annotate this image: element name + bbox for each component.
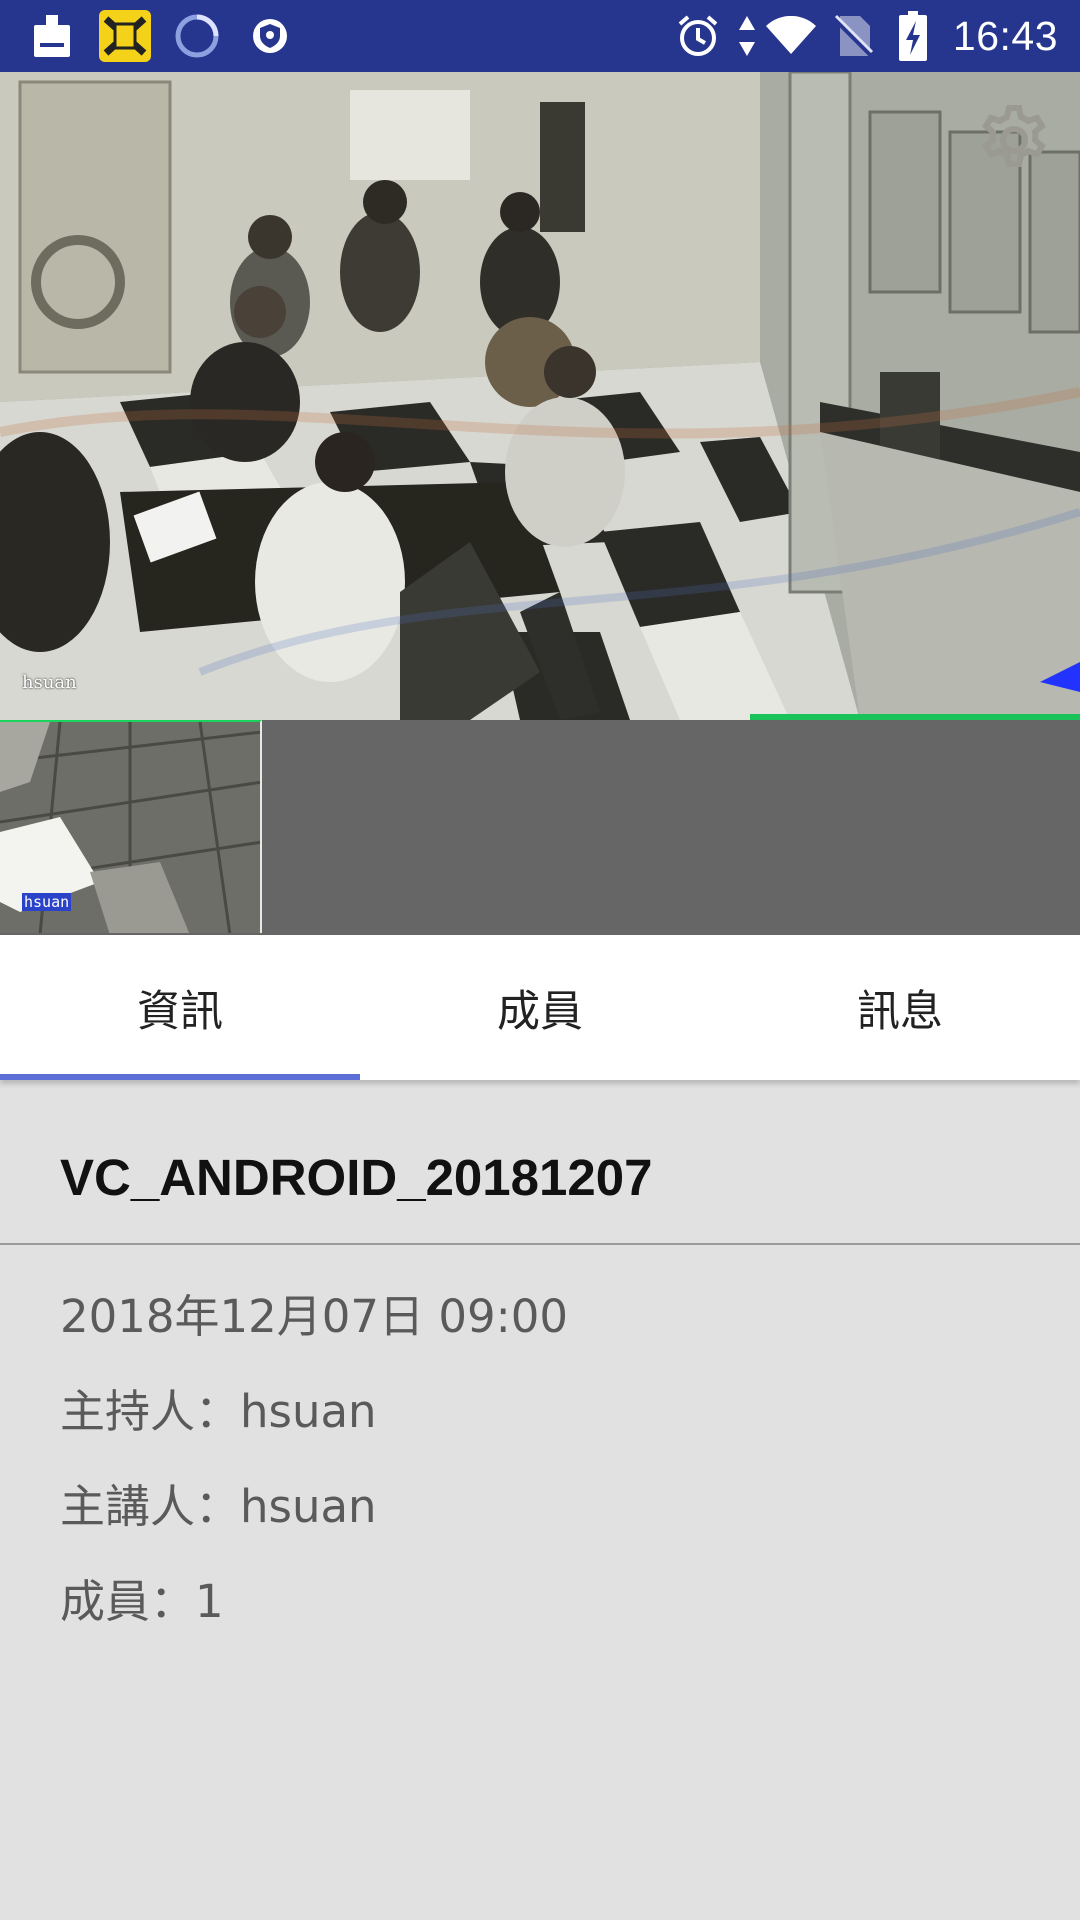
loading-icon: [175, 0, 219, 72]
tab-messages[interactable]: 訊息: [720, 935, 1080, 1080]
meeting-datetime: 2018年12月07日 09:00: [60, 1290, 569, 1343]
app-icon: [98, 0, 152, 72]
no-sim-icon: [834, 0, 874, 72]
meeting-title: VC_ANDROID_20181207: [60, 1149, 653, 1206]
tab-info-label: 資訊: [137, 986, 223, 1037]
tab-selected-indicator: [0, 1074, 360, 1080]
divider: [0, 1243, 1080, 1245]
tab-members-label: 成員: [497, 986, 583, 1037]
meeting-member-count: 成員：1: [60, 1575, 224, 1628]
main-video-view[interactable]: hsuan: [0, 72, 1080, 720]
status-bar: 16:43: [0, 0, 1080, 72]
participant-thumbnail-strip: hsuan: [0, 720, 1080, 935]
tab-bar: 資訊 成員 訊息: [0, 935, 1080, 1080]
participant-thumbnail[interactable]: hsuan: [0, 720, 262, 933]
video-frame: [0, 72, 1080, 720]
alarm-icon: [676, 0, 720, 72]
gear-icon[interactable]: [976, 102, 1052, 178]
data-arrows-icon: [737, 0, 757, 72]
meeting-presenter: 主講人：hsuan: [60, 1480, 377, 1533]
status-time: 16:43: [952, 13, 1058, 59]
shield-icon: [252, 0, 288, 72]
tab-info[interactable]: 資訊: [0, 935, 360, 1080]
tab-messages-label: 訊息: [857, 986, 943, 1037]
cleaner-icon: [32, 0, 72, 72]
main-video-username: hsuan: [22, 672, 77, 693]
thumbnail-username: hsuan: [22, 893, 72, 911]
battery-charging-icon: [899, 0, 927, 72]
tab-members[interactable]: 成員: [360, 935, 720, 1080]
meeting-host: 主持人：hsuan: [60, 1385, 377, 1438]
wifi-icon: [765, 0, 817, 72]
